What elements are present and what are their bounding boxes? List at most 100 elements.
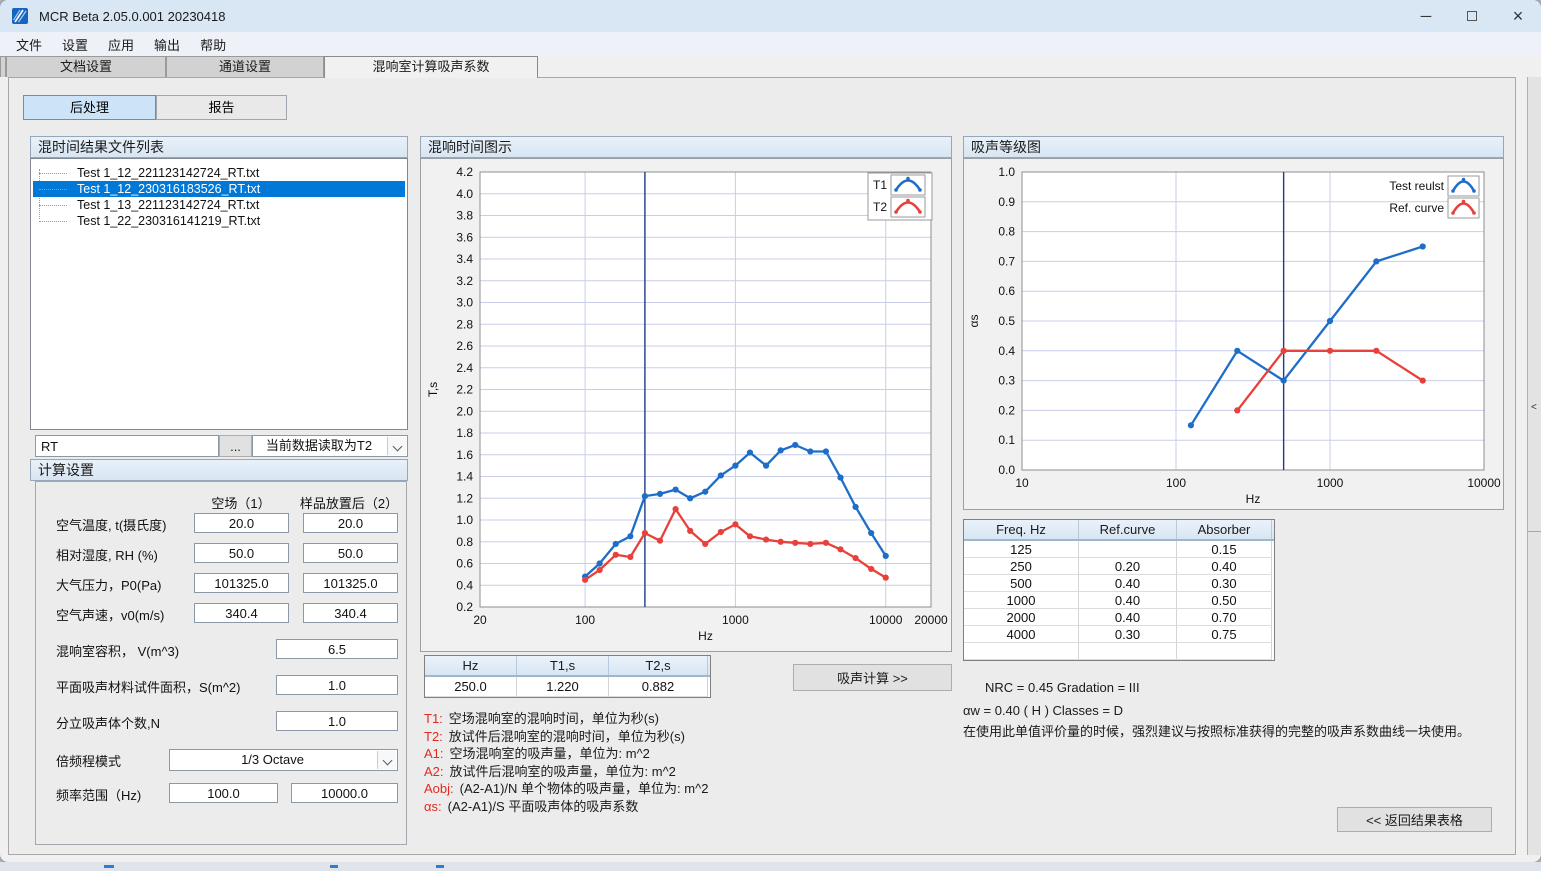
table-cell: 125 [964, 541, 1079, 558]
rt-name-input[interactable] [35, 435, 219, 457]
file-name: Test 1_12_221123142724_RT.txt [77, 166, 259, 180]
table-row[interactable]: 20000.400.70 [964, 609, 1274, 626]
svg-text:4.2: 4.2 [456, 165, 473, 179]
main-tab[interactable]: 文档设置 [6, 56, 166, 77]
maximize-icon[interactable] [1449, 0, 1495, 32]
file-list[interactable]: Test 1_12_221123142724_RT.txt Test 1_12_2… [30, 158, 408, 430]
column-header[interactable]: T1,s [517, 656, 609, 675]
menu-item[interactable]: 帮助 [190, 32, 236, 57]
table-cell [1079, 643, 1177, 660]
setting-input-empty-room[interactable] [194, 573, 289, 593]
table-cell: 0.75 [1177, 626, 1272, 643]
svg-text:20: 20 [473, 613, 487, 627]
file-list-item[interactable]: Test 1_22_230316141219_RT.txt [33, 213, 405, 229]
absorption-table: Freq. HzRef.curveAbsorber1250.152500.200… [963, 519, 1275, 661]
svg-text:1.2: 1.2 [456, 491, 473, 505]
note-text: 放试件后混响室的吸声量，单位为: m^2 [450, 764, 676, 779]
table-row[interactable]: 1250.15 [964, 541, 1274, 558]
octave-combo[interactable]: 1/3 Octave [169, 749, 398, 771]
table-cell: 0.40 [1079, 575, 1177, 592]
setting-label: 平面吸声材料试件面积，S(m^2) [56, 677, 241, 696]
file-list-item[interactable]: Test 1_12_230316183526_RT.txt [33, 181, 405, 197]
tree-branch-icon [39, 221, 67, 222]
file-name: Test 1_12_230316183526_RT.txt [77, 182, 260, 196]
setting-row: 空气声速，v0(m/s) [36, 603, 406, 623]
setting-input[interactable] [276, 711, 398, 731]
svg-text:1.0: 1.0 [456, 513, 473, 527]
column-header[interactable]: Hz [425, 656, 517, 675]
main-tab[interactable]: 通道设置 [166, 56, 324, 77]
svg-text:2.0: 2.0 [456, 404, 473, 418]
setting-input-with-sample[interactable] [303, 603, 398, 623]
column-header[interactable]: T2,s [609, 656, 708, 675]
legend-label: T2 [873, 200, 887, 214]
setting-input[interactable] [276, 639, 398, 659]
setting-input-empty-room[interactable] [194, 543, 289, 563]
table-row[interactable]: 250.01.2200.882 [425, 677, 710, 697]
legend-note: A1:空场混响室的吸声量，单位为: m^2 [424, 743, 708, 761]
setting-input-with-sample[interactable] [303, 573, 398, 593]
table-row[interactable]: 10000.400.50 [964, 592, 1274, 609]
menu-item[interactable]: 应用 [98, 32, 144, 57]
file-list-item[interactable]: Test 1_12_221123142724_RT.txt [33, 165, 405, 181]
tab-postprocess[interactable]: 后处理 [23, 95, 156, 120]
table-header-row: Freq. HzRef.curveAbsorber [964, 520, 1274, 541]
tab-report[interactable]: 报告 [156, 95, 287, 120]
svg-text:3.8: 3.8 [456, 209, 473, 223]
browse-button[interactable]: ... [219, 435, 252, 457]
chevron-down-icon [377, 751, 396, 769]
data-read-combo[interactable]: 当前数据读取为T2 [252, 435, 408, 457]
calc-settings-header: 计算设置 [30, 459, 408, 481]
minimize-icon[interactable]: ─ [1403, 0, 1449, 32]
table-row[interactable]: 2500.200.40 [964, 558, 1274, 575]
legend-note: T2:放试件后混响室的混响时间，单位为秒(s) [424, 726, 708, 744]
svg-text:10: 10 [1015, 476, 1029, 490]
menu-bar: 文件设置应用输出帮助 [0, 32, 1541, 56]
tree-branch-icon [39, 173, 67, 174]
setting-input-with-sample[interactable] [303, 513, 398, 533]
note-symbol: αs: [424, 799, 442, 814]
file-list-item[interactable]: Test 1_13_221123142724_RT.txt [33, 197, 405, 213]
main-tab[interactable]: 混响室计算吸声系数 [324, 56, 538, 78]
menu-item[interactable]: 文件 [6, 32, 52, 57]
rt-chart[interactable]: 0.20.40.60.81.01.21.41.61.82.02.22.42.62… [420, 158, 952, 652]
svg-text:1.8: 1.8 [456, 426, 473, 440]
absorption-calc-button[interactable]: 吸声计算 >> [793, 664, 952, 691]
app-window: MCR Beta 2.05.0.001 20230418 ─ × 文件设置应用输… [0, 0, 1541, 862]
column-header[interactable]: Ref.curve [1079, 520, 1177, 539]
table-cell: 0.40 [1177, 558, 1272, 575]
setting-input-with-sample[interactable] [303, 543, 398, 563]
svg-text:T,s: T,s [426, 382, 440, 397]
svg-text:0.0: 0.0 [998, 463, 1015, 477]
back-to-results-button[interactable]: << 返回结果表格 [1337, 807, 1492, 832]
table-cell: 500 [964, 575, 1079, 592]
menu-item[interactable]: 输出 [144, 32, 190, 57]
legend-note: αs:(A2-A1)/S 平面吸声体的吸声系数 [424, 796, 708, 814]
note-text: 空场混响室的混响时间，单位为秒(s) [449, 711, 659, 726]
table-cell: 0.20 [1079, 558, 1177, 575]
freq-max-input[interactable] [291, 783, 398, 803]
table-row[interactable] [964, 643, 1274, 660]
column-header[interactable]: Freq. Hz [964, 520, 1079, 539]
setting-input-empty-room[interactable] [194, 513, 289, 533]
svg-text:3.0: 3.0 [456, 296, 473, 310]
table-row[interactable]: 40000.300.75 [964, 626, 1274, 643]
table-row[interactable]: 5000.400.30 [964, 575, 1274, 592]
column-header[interactable]: Absorber [1177, 520, 1272, 539]
svg-text:Hz: Hz [698, 629, 713, 643]
setting-input[interactable] [276, 675, 398, 695]
nrc-line: NRC = 0.45 Gradation = III [985, 680, 1140, 695]
app-logo-icon [12, 7, 30, 25]
advice-note: 在使用此单值评价量的时候，强烈建议与按照标准获得的完整的吸声系数曲线一块使用。 [963, 721, 1503, 740]
svg-text:0.4: 0.4 [456, 578, 473, 592]
collapsed-side-panel[interactable]: < [1527, 77, 1541, 855]
table-cell: 0.50 [1177, 592, 1272, 609]
legend-label: Ref. curve [1389, 201, 1444, 215]
svg-text:1.0: 1.0 [998, 165, 1015, 179]
menu-item[interactable]: 设置 [52, 32, 98, 57]
freq-min-input[interactable] [169, 783, 278, 803]
absorption-chart[interactable]: 0.00.10.20.30.40.50.60.70.80.91.01010010… [963, 158, 1504, 510]
svg-text:0.8: 0.8 [998, 225, 1015, 239]
setting-input-empty-room[interactable] [194, 603, 289, 623]
close-icon[interactable]: × [1495, 0, 1541, 32]
